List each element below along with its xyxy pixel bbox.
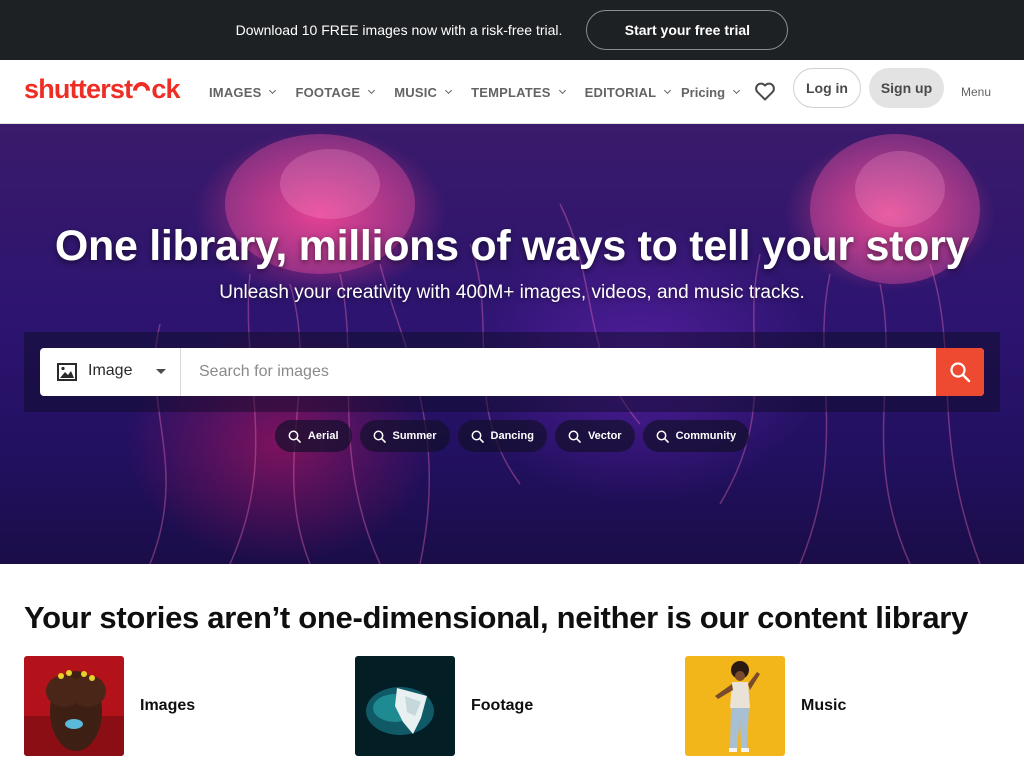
- hero-title: One library, millions of ways to tell yo…: [54, 222, 970, 270]
- search-icon: [950, 362, 971, 383]
- nav-templates-label: TEMPLATES: [471, 84, 551, 100]
- nav-music-label: MUSIC: [394, 84, 438, 100]
- nav-pricing[interactable]: Pricing: [681, 60, 741, 124]
- logo-text-end: ck: [151, 74, 180, 104]
- promo-bar: Download 10 FREE images now with a risk-…: [0, 0, 1024, 60]
- nav-editorial[interactable]: EDITORIAL: [584, 84, 672, 100]
- caret-down-icon: [156, 369, 166, 374]
- heart-icon[interactable]: [753, 79, 777, 103]
- category-footage[interactable]: Footage: [355, 656, 533, 756]
- search-button[interactable]: [936, 348, 984, 396]
- suggestion-chip-label: Community: [675, 430, 737, 442]
- suggestion-chip-label: Summer: [392, 430, 437, 442]
- chevron-down-icon: [368, 86, 376, 95]
- search-icon: [288, 430, 301, 443]
- content-library-title: Your stories aren’t one-dimensional, nei…: [24, 600, 968, 635]
- log-in-button[interactable]: Log in: [793, 68, 861, 108]
- sign-up-button[interactable]: Sign up: [869, 68, 944, 108]
- images-thumbnail: [24, 656, 124, 756]
- promo-text: Download 10 FREE images now with a risk-…: [235, 22, 563, 38]
- nav-editorial-label: EDITORIAL: [584, 84, 657, 100]
- main-nav: IMAGES FOOTAGE MUSIC TEMPLATES EDITORIAL: [209, 60, 690, 124]
- search-input[interactable]: [182, 348, 936, 396]
- chevron-down-icon: [269, 86, 277, 95]
- suggestion-chip-community[interactable]: Community: [642, 420, 750, 452]
- suggestion-chip-label: Aerial: [307, 430, 339, 442]
- suggestion-chip-aerial[interactable]: Aerial: [274, 420, 352, 452]
- site-header: shutterst ck IMAGES FOOTAGE MUSIC TEMPLAT…: [0, 60, 1024, 124]
- media-type-select[interactable]: Image: [40, 348, 181, 396]
- media-type-label: Image: [88, 362, 133, 379]
- search-icon: [568, 430, 581, 443]
- chevron-down-icon: [445, 86, 453, 95]
- nav-footage-label: FOOTAGE: [295, 84, 361, 100]
- search-icon: [656, 430, 669, 443]
- chevron-down-icon: [733, 86, 741, 95]
- shutterstock-logo[interactable]: shutterst ck: [24, 74, 181, 105]
- category-footage-label: Footage: [471, 697, 534, 714]
- nav-images-label: IMAGES: [209, 84, 262, 100]
- image-icon: [57, 363, 77, 381]
- menu-button[interactable]: Menu: [961, 60, 991, 124]
- footage-thumbnail-photo: [355, 656, 455, 756]
- category-images[interactable]: Images: [24, 656, 195, 756]
- chevron-down-icon: [664, 86, 672, 95]
- hero-banner: One library, millions of ways to tell yo…: [0, 124, 1024, 564]
- music-thumbnail-photo: [685, 656, 785, 756]
- search-suggestions: Aerial Summer Dancing Vector Community: [0, 420, 1024, 452]
- suggestion-chip-label: Vector: [587, 430, 622, 442]
- nav-templates[interactable]: TEMPLATES: [471, 84, 566, 100]
- nav-images[interactable]: IMAGES: [209, 84, 277, 100]
- category-music-label: Music: [801, 697, 847, 714]
- search-icon: [373, 430, 386, 443]
- suggestion-chip-dancing[interactable]: Dancing: [457, 420, 547, 452]
- search-panel: Image: [24, 332, 1000, 412]
- nav-footage[interactable]: FOOTAGE: [295, 84, 376, 100]
- footage-thumbnail: [355, 656, 455, 756]
- suggestion-chip-vector[interactable]: Vector: [554, 420, 635, 452]
- suggestion-chip-summer[interactable]: Summer: [359, 420, 450, 452]
- nav-music[interactable]: MUSIC: [394, 84, 453, 100]
- nav-pricing-label: Pricing: [681, 84, 726, 100]
- category-music[interactable]: Music: [685, 656, 846, 756]
- logo-text-start: shutterst: [24, 74, 133, 104]
- suggestion-chip-label: Dancing: [490, 430, 534, 442]
- images-thumbnail-photo: [24, 656, 124, 756]
- start-free-trial-button[interactable]: Start your free trial: [586, 10, 789, 50]
- hero-subtitle: Unleash your creativity with 400M+ image…: [219, 282, 805, 303]
- chevron-down-icon: [558, 86, 566, 95]
- category-images-label: Images: [140, 697, 196, 714]
- music-thumbnail: [685, 656, 785, 756]
- search-icon: [471, 430, 484, 443]
- search-bar: Image: [40, 348, 984, 396]
